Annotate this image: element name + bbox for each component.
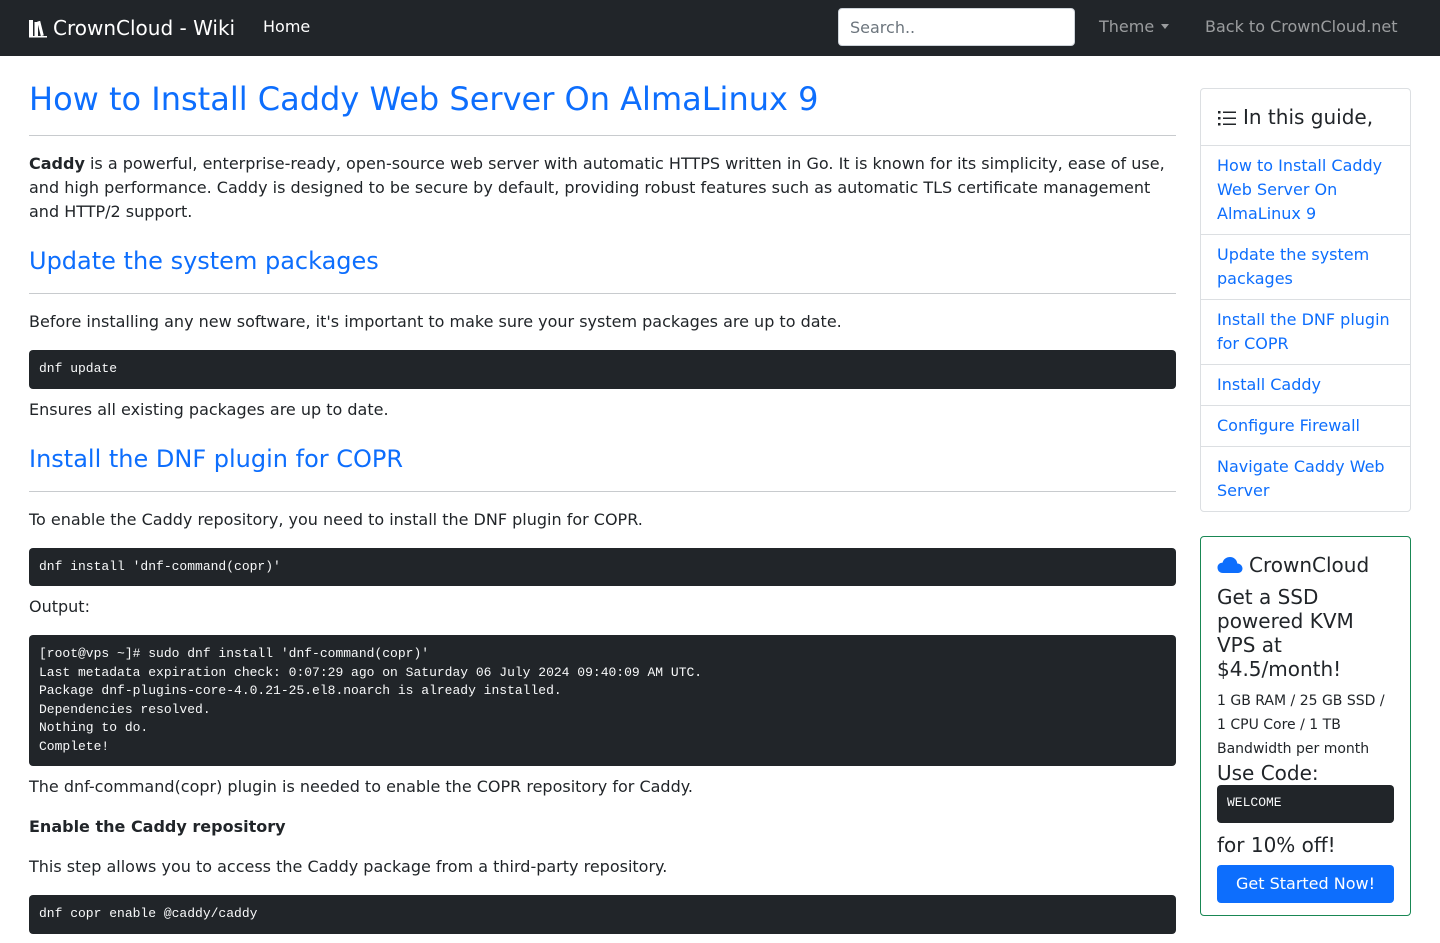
output-label: Output: [29, 597, 90, 616]
toc-card: In this guide, How to Install Caddy Web … [1200, 88, 1411, 512]
section-text-update: Before installing any new software, it's… [29, 312, 842, 331]
toc-item-install-caddy-almalinux[interactable]: How to Install Caddy Web Server On AlmaL… [1201, 146, 1410, 235]
section-note-update: Ensures all existing packages are up to … [29, 399, 389, 419]
promo-use-code-label: Use Code: [1217, 761, 1319, 785]
brand-link[interactable]: CrownCloud - Wiki [28, 14, 235, 42]
promo-discount: for 10% off! [1217, 833, 1336, 857]
promo-specs: 1 GB RAM / 25 GB SSD / 1 CPU Core / 1 TB… [1217, 693, 1385, 757]
section-heading-update: Update the system packages [29, 246, 1176, 294]
theme-label: Theme [1099, 17, 1155, 36]
code-block-copr: dnf install 'dnf-command(copr)' [29, 547, 1176, 586]
nav-home[interactable]: Home [263, 17, 310, 36]
caret-down-icon [1161, 24, 1170, 29]
code-block-enable: dnf copr enable @caddy/caddy [29, 895, 1176, 934]
search-input[interactable] [838, 8, 1075, 46]
brand-text: CrownCloud - Wiki [53, 16, 236, 40]
section-heading-copr: Install the DNF plugin for COPR [29, 444, 1176, 492]
enable-heading: Enable the Caddy repository [29, 815, 1176, 839]
get-started-button[interactable]: Get Started Now! [1217, 865, 1394, 903]
nav-back-link[interactable]: Back to CrownCloud.net [1205, 17, 1398, 36]
promo-title-text: CrownCloud [1249, 553, 1370, 577]
intro-paragraph: Caddy is a powerful, enterprise-ready, o… [29, 152, 1176, 224]
toc-item-configure-firewall[interactable]: Configure Firewall [1201, 406, 1410, 447]
article: How to Install Caddy Web Server On AlmaL… [29, 56, 1176, 943]
code-block-update: dnf update [29, 350, 1176, 389]
toc-item-install-caddy[interactable]: Install Caddy [1201, 365, 1410, 406]
intro-bold: Caddy [29, 154, 85, 173]
toc-item-update-packages[interactable]: Update the system packages [1201, 235, 1410, 300]
section-note-copr: The dnf-command(copr) plugin is needed t… [29, 777, 693, 796]
navbar: CrownCloud - Wiki Home Theme Back to Cro… [0, 0, 1440, 56]
toc-title: In this guide, [1243, 105, 1374, 129]
section-text-copr: To enable the Caddy repository, you need… [29, 509, 643, 529]
promo-code: WELCOME [1217, 785, 1394, 823]
output-block-copr: [root@vps ~]# sudo dnf install 'dnf-comm… [29, 635, 1176, 766]
enable-text: This step allows you to access the Caddy… [29, 857, 668, 876]
list-icon [1218, 111, 1236, 126]
promo-card: CrownCloud Get a SSD powered KVM VPS at … [1200, 536, 1411, 916]
promo-headline: Get a SSD powered KVM VPS at $4.5/month! [1217, 585, 1354, 681]
cloud-icon [1217, 557, 1243, 573]
toc-item-dnf-plugin-copr[interactable]: Install the DNF plugin for COPR [1201, 300, 1410, 365]
promo-title: CrownCloud [1217, 553, 1394, 577]
toc-header: In this guide, [1201, 89, 1410, 146]
page-title: How to Install Caddy Web Server On AlmaL… [29, 80, 1176, 136]
intro-text: is a powerful, enterprise-ready, open-so… [29, 154, 1165, 221]
enable-heading-text: Enable the Caddy repository [29, 817, 286, 836]
theme-dropdown[interactable]: Theme [1099, 17, 1170, 36]
toc-item-navigate-caddy[interactable]: Navigate Caddy Web Server [1201, 447, 1410, 511]
books-icon [29, 20, 47, 38]
